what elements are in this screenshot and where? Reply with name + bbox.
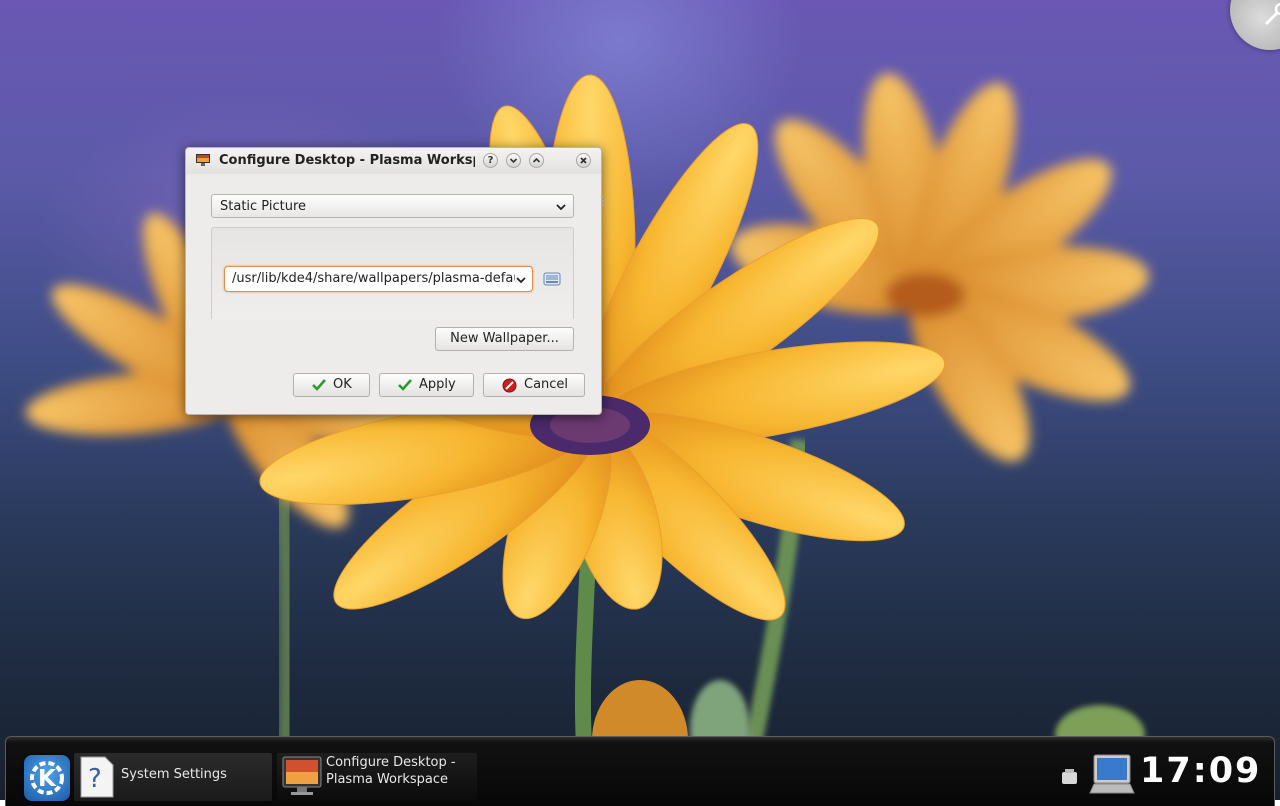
battery-laptop-icon[interactable] xyxy=(1089,753,1135,797)
wrench-icon xyxy=(1264,2,1280,26)
taskbar-panel: K ? System Settings Configure Desktop - … xyxy=(5,736,1275,806)
dialog-titlebar[interactable]: Configure Desktop - Plasma Workspace ? xyxy=(186,148,601,174)
minimize-button[interactable] xyxy=(506,153,521,168)
task-label: Configure Desktop - Plasma Workspace xyxy=(326,755,456,787)
browse-folder-button[interactable] xyxy=(541,268,563,290)
application-launcher-button[interactable]: K xyxy=(24,755,70,801)
grip-handle xyxy=(601,196,605,206)
new-wallpaper-button[interactable]: New Wallpaper... xyxy=(435,327,574,351)
chevron-down-icon xyxy=(509,158,518,164)
apply-button[interactable]: Apply xyxy=(379,373,474,397)
help-icon: ? xyxy=(80,756,114,798)
task-configure-desktop[interactable]: Configure Desktop - Plasma Workspace xyxy=(277,753,477,801)
cancel-label: Cancel xyxy=(524,377,569,392)
wallpaper-type-value: Static Picture xyxy=(220,199,307,214)
dialog-title: Configure Desktop - Plasma Workspace xyxy=(219,153,475,168)
wallpaper-type-select[interactable]: Static Picture xyxy=(211,194,574,218)
checkmark-icon xyxy=(312,379,326,391)
help-button[interactable]: ? xyxy=(483,153,498,168)
cancel-icon xyxy=(502,378,517,393)
cancel-button[interactable]: Cancel xyxy=(483,373,585,397)
apply-label: Apply xyxy=(419,377,456,392)
kde-logo-icon: K xyxy=(30,761,64,795)
notification-icon[interactable] xyxy=(1059,767,1081,787)
svg-text:?: ? xyxy=(88,764,102,794)
wallpaper-path-combobox[interactable]: /usr/lib/kde4/share/wallpapers/plasma-de… xyxy=(224,266,533,292)
digital-clock[interactable]: 17:09 xyxy=(1140,751,1261,791)
close-button[interactable] xyxy=(576,153,591,168)
chevron-down-icon xyxy=(516,277,526,284)
monitor-wallpaper-icon xyxy=(282,756,322,795)
close-icon xyxy=(580,157,587,164)
maximize-button[interactable] xyxy=(529,153,544,168)
wallpaper-path-value: /usr/lib/kde4/share/wallpapers/plasma-de… xyxy=(232,271,515,286)
ok-button[interactable]: OK xyxy=(293,373,370,397)
new-wallpaper-label: New Wallpaper... xyxy=(450,331,559,346)
task-label: System Settings xyxy=(121,767,227,782)
checkmark-icon xyxy=(398,379,412,391)
ok-label: OK xyxy=(333,377,352,392)
chevron-down-icon xyxy=(556,204,566,211)
svg-text:K: K xyxy=(38,766,57,792)
task-system-settings[interactable]: ? System Settings xyxy=(74,753,272,801)
configure-desktop-dialog: Configure Desktop - Plasma Workspace ? S… xyxy=(185,147,605,415)
chevron-up-icon xyxy=(532,157,541,163)
wallpaper-settings-group: /usr/lib/kde4/share/wallpapers/plasma-de… xyxy=(211,227,574,319)
desktop-settings-icon xyxy=(196,154,210,166)
